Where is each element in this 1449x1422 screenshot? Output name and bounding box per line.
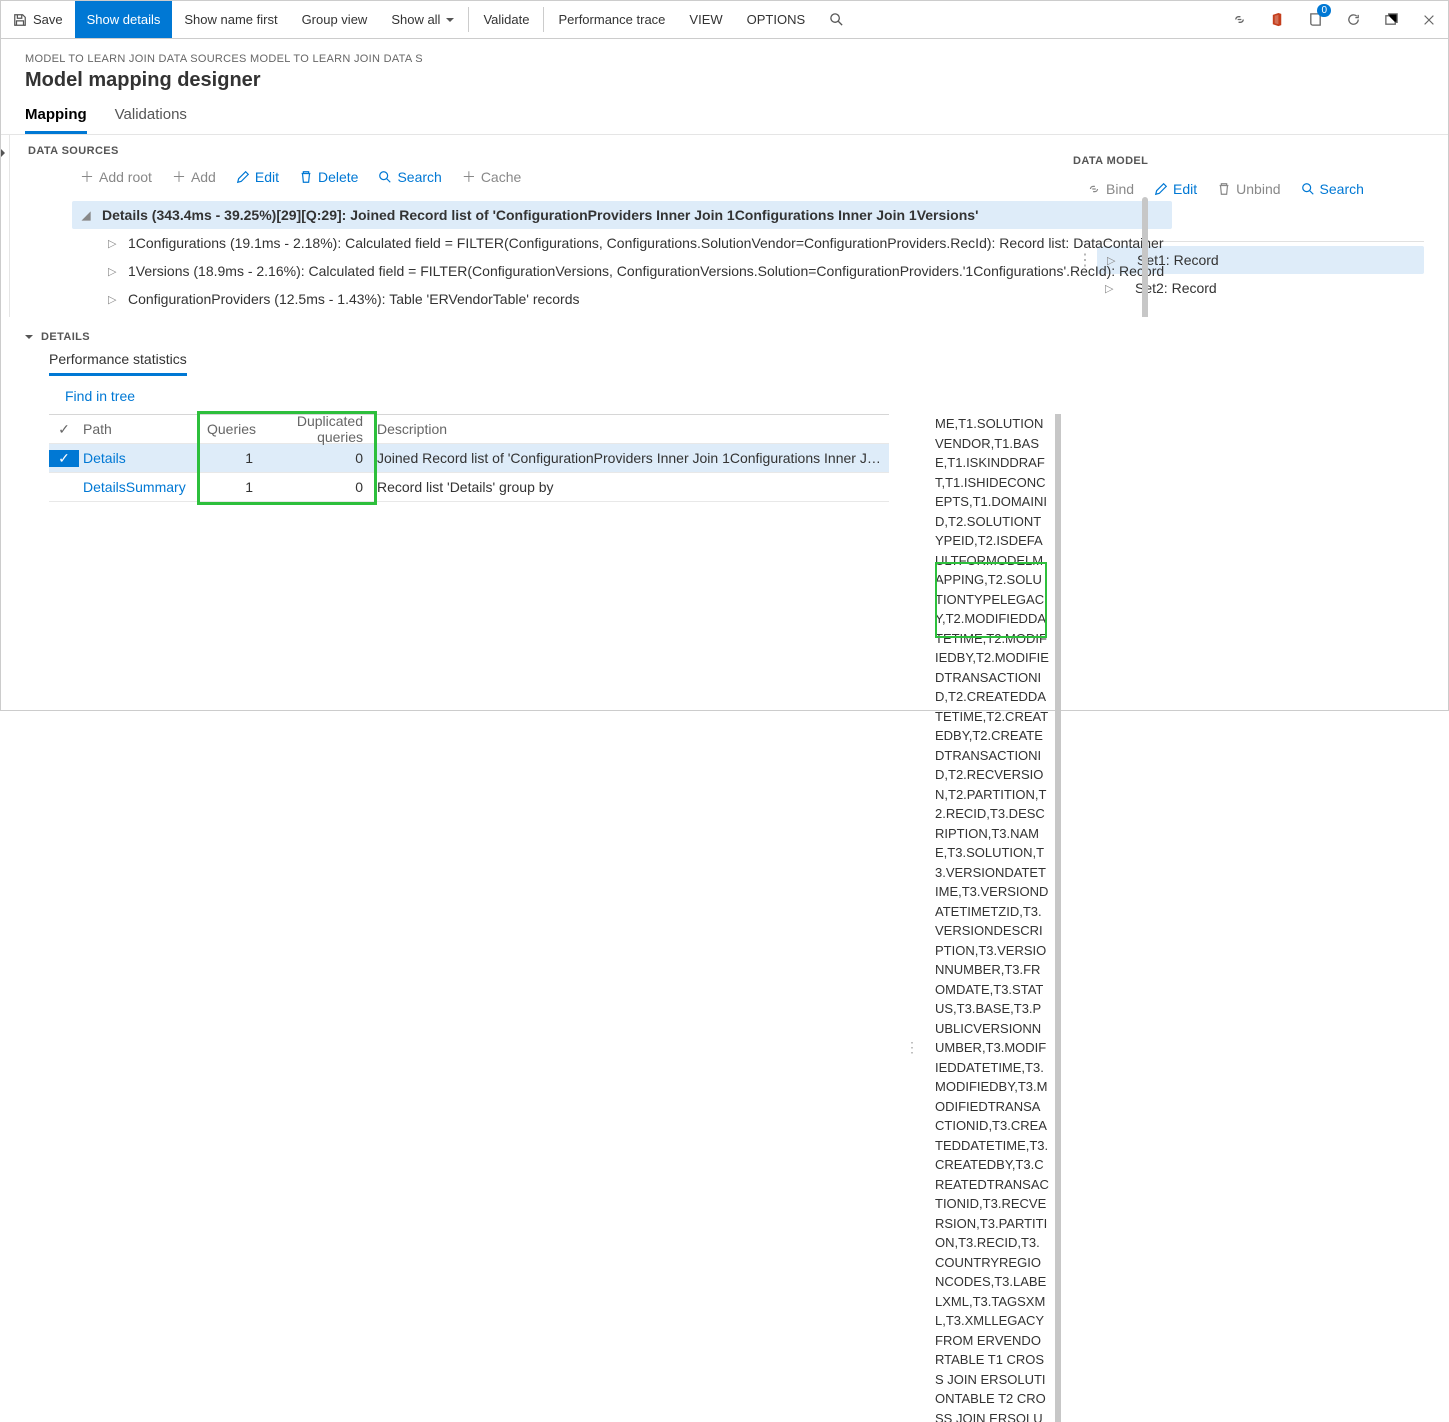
- caret-right-icon: ▷: [108, 293, 118, 306]
- tab-mapping[interactable]: Mapping: [25, 106, 87, 134]
- caret-down-icon: [25, 335, 33, 343]
- expand-gutter-button[interactable]: [1, 145, 9, 317]
- tree-node-1versions[interactable]: ▷1Versions (18.9ms - 2.16%): Calculated …: [98, 257, 1172, 285]
- grid-header: ✓ Path Queries Duplicated queries Descri…: [49, 415, 889, 444]
- row-path-link[interactable]: DetailsSummary: [79, 479, 199, 495]
- perf-statistics-tab[interactable]: Performance statistics: [49, 351, 187, 376]
- page-tabs: Mapping Validations: [1, 98, 1448, 135]
- attach-button[interactable]: [1220, 1, 1258, 38]
- close-icon: [1422, 13, 1436, 27]
- group-view-button[interactable]: Group view: [290, 1, 380, 38]
- row-description: Joined Record list of 'ConfigurationProv…: [371, 450, 889, 466]
- data-sources-tree: ◢Details (343.4ms - 39.25%)[29][Q:29]: J…: [10, 197, 1172, 317]
- app-toolbar: Save Show details Show name first Group …: [1, 1, 1448, 39]
- tree-node-configurationproviders[interactable]: ▷ConfigurationProviders (12.5ms - 1.43%)…: [98, 285, 1172, 313]
- close-button[interactable]: [1410, 1, 1448, 38]
- data-sources-toolbar: ＋Add root ＋Add Edit Delete Search ＋Cache: [10, 157, 1172, 197]
- page-title: Model mapping designer: [25, 65, 1424, 92]
- performance-trace-button[interactable]: Performance trace: [546, 1, 677, 38]
- unbind-button[interactable]: Unbind: [1209, 177, 1288, 201]
- row-check-icon: ✓: [49, 450, 79, 467]
- row-dup-queries: 0: [261, 450, 371, 466]
- ds-search-button[interactable]: Search: [370, 163, 449, 191]
- delete-button[interactable]: Delete: [291, 163, 366, 191]
- dm-search-button[interactable]: Search: [1293, 177, 1372, 201]
- details-header[interactable]: DETAILS: [21, 317, 1061, 351]
- col-duplicated-queries[interactable]: Duplicated queries: [261, 413, 371, 445]
- caret-right-icon: ▷: [108, 237, 118, 250]
- show-details-button[interactable]: Show details: [75, 1, 173, 38]
- select-all-checkbox[interactable]: ✓: [49, 421, 79, 438]
- add-button[interactable]: ＋Add: [164, 163, 224, 191]
- edit-button[interactable]: Edit: [228, 163, 287, 191]
- grid-row[interactable]: DetailsSummary 1 0 Record list 'Details'…: [49, 473, 889, 502]
- caret-down-icon: ◢: [82, 209, 92, 222]
- pencil-icon: [236, 170, 250, 184]
- row-queries: 1: [199, 450, 261, 466]
- caret-right-icon: ▷: [108, 265, 118, 278]
- link-icon: [1232, 12, 1247, 27]
- office-icon: [1270, 12, 1285, 27]
- save-icon: [13, 13, 27, 27]
- tree-node-1configurations[interactable]: ▷1Configurations (19.1ms - 2.18%): Calcu…: [98, 229, 1172, 257]
- notification-badge: 0: [1317, 4, 1331, 17]
- tree-scrollbar[interactable]: [1142, 197, 1148, 317]
- toolbar-separator: [468, 7, 469, 32]
- save-label: Save: [33, 12, 63, 27]
- find-in-tree-link[interactable]: Find in tree: [21, 376, 135, 414]
- perf-grid: ✓ Path Queries Duplicated queries Descri…: [49, 414, 889, 1422]
- search-icon: [1301, 182, 1315, 196]
- datasource-types-gutter: [1, 135, 10, 317]
- chevron-right-icon: [1, 149, 9, 157]
- validate-button[interactable]: Validate: [471, 1, 541, 38]
- row-description: Record list 'Details' group by: [371, 479, 889, 495]
- search-icon: [378, 170, 392, 184]
- notifications-button[interactable]: 0: [1296, 1, 1334, 38]
- data-sources-header: DATA SOURCES: [10, 135, 1172, 157]
- view-tab[interactable]: VIEW: [677, 1, 734, 38]
- trash-icon: [299, 170, 313, 184]
- plus-icon: ＋: [462, 167, 476, 187]
- save-button[interactable]: Save: [1, 1, 75, 38]
- office-button[interactable]: [1258, 1, 1296, 38]
- tree-node-details[interactable]: ◢Details (343.4ms - 39.25%)[29][Q:29]: J…: [72, 201, 1172, 229]
- toolbar-right: 0: [1220, 1, 1448, 38]
- header-area: MODEL TO LEARN JOIN DATA SOURCES MODEL T…: [1, 39, 1448, 98]
- col-queries[interactable]: Queries: [199, 421, 261, 437]
- sql-preview: ME,T1.SOLUTIONVENDOR,T1.BASE,T1.ISKINDDR…: [935, 414, 1061, 1422]
- plus-icon: ＋: [172, 167, 186, 187]
- plus-icon: ＋: [80, 167, 94, 187]
- grid-row[interactable]: ✓ Details 1 0 Joined Record list of 'Con…: [49, 444, 889, 473]
- popout-icon: [1384, 12, 1399, 27]
- tab-validations[interactable]: Validations: [115, 106, 187, 134]
- row-path-link[interactable]: Details: [79, 450, 199, 466]
- chevron-down-icon: [446, 18, 454, 26]
- trash-icon: [1217, 182, 1231, 196]
- splitter-handle[interactable]: ⋮: [899, 1039, 925, 1056]
- add-root-button[interactable]: ＋Add root: [72, 163, 160, 191]
- cache-button[interactable]: ＋Cache: [454, 163, 529, 191]
- show-name-first-button[interactable]: Show name first: [172, 1, 289, 38]
- refresh-icon: [1346, 12, 1361, 27]
- options-tab[interactable]: OPTIONS: [735, 1, 818, 38]
- show-all-button[interactable]: Show all: [379, 1, 466, 38]
- refresh-button[interactable]: [1334, 1, 1372, 38]
- toolbar-separator: [543, 7, 544, 32]
- popout-button[interactable]: [1372, 1, 1410, 38]
- col-path[interactable]: Path: [79, 421, 199, 437]
- search-toolbar-button[interactable]: [817, 1, 855, 38]
- col-description[interactable]: Description: [371, 421, 889, 437]
- breadcrumb: MODEL TO LEARN JOIN DATA SOURCES MODEL T…: [25, 53, 1424, 65]
- row-queries: 1: [199, 479, 261, 495]
- search-icon: [829, 12, 844, 27]
- row-dup-queries: 0: [261, 479, 371, 495]
